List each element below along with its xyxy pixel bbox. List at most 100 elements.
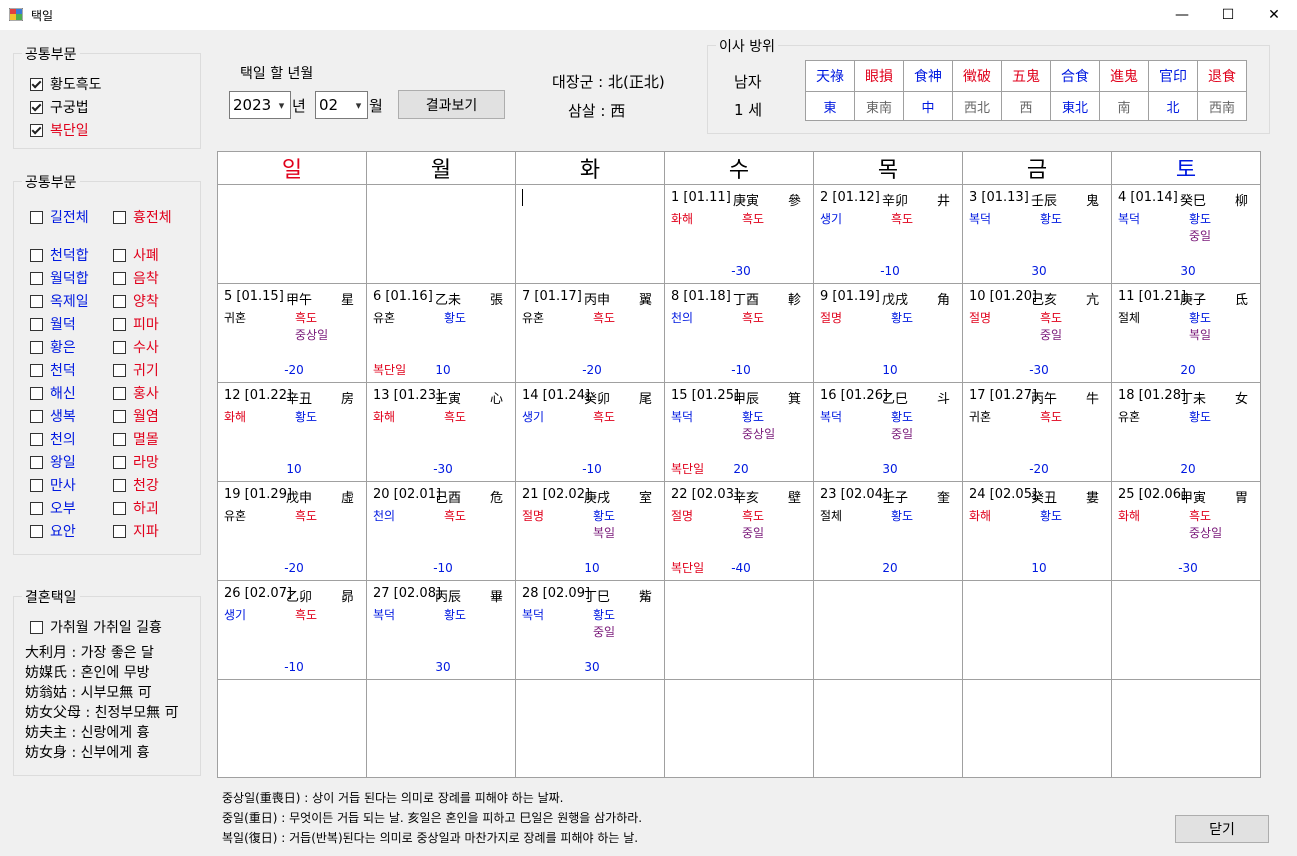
checkbox-box[interactable] (113, 432, 126, 446)
checkbox-box[interactable] (30, 478, 43, 492)
checkbox-box[interactable] (113, 317, 126, 331)
filter-right-8[interactable]: 홍사 (113, 383, 159, 403)
filter-right-14[interactable]: 지파 (113, 521, 159, 541)
calendar-cell[interactable]: 12 [01.22] 辛丑 房 화해 황도 10 (217, 382, 367, 482)
checkbox-box[interactable] (30, 77, 43, 91)
calendar-cell[interactable] (217, 679, 367, 778)
filter-left-1[interactable]: 길전체 (30, 207, 89, 227)
checkbox-box[interactable] (30, 317, 43, 331)
calendar-cell[interactable]: 6 [01.16] 乙未 張 유혼 황도 복단일 10 (366, 283, 516, 383)
checkbox-box[interactable] (113, 340, 126, 354)
calendar-cell[interactable] (515, 679, 665, 778)
month-select[interactable]: 02 ▾ (315, 91, 368, 119)
filter-right-1[interactable]: 흉전체 (113, 207, 172, 227)
calendar-cell[interactable] (962, 580, 1112, 680)
checkbox-box[interactable] (30, 294, 43, 308)
checkbox-box[interactable] (30, 386, 43, 400)
checkbox-box[interactable] (113, 386, 126, 400)
filter-left-9[interactable]: 생복 (30, 406, 76, 426)
calendar-cell[interactable]: 15 [01.25] 甲辰 箕 복덕 황도 중상일 복단일 20 (664, 382, 814, 482)
calendar-cell[interactable]: 20 [02.01] 己酉 危 천의 흑도 -10 (366, 481, 516, 581)
calendar-cell[interactable] (813, 679, 963, 778)
checkbox-box[interactable] (30, 340, 43, 354)
calendar-cell[interactable]: 25 [02.06] 甲寅 胃 화해 흑도 중상일 -30 (1111, 481, 1261, 581)
filter-right-6[interactable]: 수사 (113, 337, 159, 357)
checkbox-box[interactable] (113, 294, 126, 308)
filter-right-2[interactable]: 사폐 (113, 245, 159, 265)
filter-right-3[interactable]: 음착 (113, 268, 159, 288)
filter-left-3[interactable]: 월덕합 (30, 268, 89, 288)
maximize-button[interactable]: ☐ (1205, 0, 1251, 30)
filter-left-8[interactable]: 해신 (30, 383, 76, 403)
filter-left-2[interactable]: 천덕합 (30, 245, 89, 265)
calendar-cell[interactable]: 8 [01.18] 丁酉 軫 천의 흑도 -10 (664, 283, 814, 383)
filter-left-6[interactable]: 황은 (30, 337, 76, 357)
checkbox-3[interactable]: 복단일 (30, 120, 89, 140)
calendar-cell[interactable]: 9 [01.19] 戊戌 角 절명 황도 10 (813, 283, 963, 383)
checkbox-box[interactable] (30, 432, 43, 446)
calendar-cell[interactable]: 18 [01.28] 丁未 女 유혼 황도 20 (1111, 382, 1261, 482)
filter-left-5[interactable]: 월덕 (30, 314, 76, 334)
checkbox-box[interactable] (30, 363, 43, 377)
checkbox-box[interactable] (30, 210, 43, 224)
filter-left-12[interactable]: 만사 (30, 475, 76, 495)
checkbox-1[interactable]: 황도흑도 (30, 74, 102, 94)
filter-right-13[interactable]: 하괴 (113, 498, 159, 518)
calendar-cell[interactable]: 7 [01.17] 丙申 翼 유혼 흑도 -20 (515, 283, 665, 383)
calendar-cell[interactable] (366, 184, 516, 284)
filter-left-14[interactable]: 요안 (30, 521, 76, 541)
checkbox-box[interactable] (113, 478, 126, 492)
filter-right-12[interactable]: 천강 (113, 475, 159, 495)
calendar-cell[interactable]: 23 [02.04] 壬子 奎 절체 황도 20 (813, 481, 963, 581)
filter-left-11[interactable]: 왕일 (30, 452, 76, 472)
calendar-cell[interactable]: 27 [02.08] 丙辰 畢 복덕 황도 30 (366, 580, 516, 680)
calendar-cell[interactable]: 19 [01.29] 戊申 虛 유혼 흑도 -20 (217, 481, 367, 581)
checkbox-box[interactable] (113, 524, 126, 538)
calendar-cell[interactable]: 1 [01.11] 庚寅 參 화해 흑도 -30 (664, 184, 814, 284)
calendar-cell[interactable] (664, 580, 814, 680)
checkbox-2[interactable]: 구궁법 (30, 97, 89, 117)
show-result-button[interactable]: 결과보기 (398, 90, 505, 119)
checkbox-box[interactable] (113, 501, 126, 515)
checkbox-box[interactable] (113, 363, 126, 377)
minimize-button[interactable]: — (1159, 0, 1205, 30)
checkbox-box[interactable] (30, 100, 43, 114)
calendar-cell[interactable]: 22 [02.03] 辛亥 壁 절명 흑도 중일 복단일 -40 (664, 481, 814, 581)
filter-right-5[interactable]: 피마 (113, 314, 159, 334)
filter-left-4[interactable]: 옥제일 (30, 291, 89, 311)
calendar-cell[interactable]: 17 [01.27] 丙午 牛 귀혼 흑도 -20 (962, 382, 1112, 482)
marriage-checkbox[interactable]: 가취월 가취일 길흉 (30, 617, 162, 637)
calendar-cell[interactable]: 11 [01.21] 庚子 氐 절체 황도 복일 20 (1111, 283, 1261, 383)
filter-left-13[interactable]: 오부 (30, 498, 76, 518)
filter-right-10[interactable]: 멸몰 (113, 429, 159, 449)
calendar-cell[interactable]: 4 [01.14] 癸巳 柳 복덕 황도 중일 30 (1111, 184, 1261, 284)
filter-right-9[interactable]: 월염 (113, 406, 159, 426)
filter-left-10[interactable]: 천의 (30, 429, 76, 449)
calendar-cell[interactable]: 21 [02.02] 庚戌 室 절명 황도 복일 10 (515, 481, 665, 581)
checkbox-box[interactable] (30, 501, 43, 515)
checkbox-box[interactable] (113, 248, 126, 262)
calendar-cell[interactable]: 24 [02.05] 癸丑 婁 화해 황도 10 (962, 481, 1112, 581)
calendar-cell[interactable] (664, 679, 814, 778)
calendar-cell[interactable]: 2 [01.12] 辛卯 井 생기 흑도 -10 (813, 184, 963, 284)
checkbox-box[interactable] (113, 455, 126, 469)
calendar-cell[interactable] (1111, 580, 1261, 680)
calendar-cell[interactable] (962, 679, 1112, 778)
calendar-cell[interactable]: 13 [01.23] 壬寅 心 화해 흑도 -30 (366, 382, 516, 482)
checkbox-box[interactable] (30, 271, 43, 285)
checkbox-box[interactable] (113, 409, 126, 423)
calendar-cell[interactable]: 14 [01.24] 癸卯 尾 생기 흑도 -10 (515, 382, 665, 482)
checkbox-box[interactable] (113, 271, 126, 285)
filter-left-7[interactable]: 천덕 (30, 360, 76, 380)
calendar-cell[interactable]: 26 [02.07] 乙卯 昴 생기 흑도 -10 (217, 580, 367, 680)
calendar-cell[interactable]: 3 [01.13] 壬辰 鬼 복덕 황도 30 (962, 184, 1112, 284)
calendar-cell[interactable]: 28 [02.09] 丁巳 觜 복덕 황도 중일 30 (515, 580, 665, 680)
close-window-button[interactable]: ✕ (1251, 0, 1297, 30)
marriage-checkbox-box[interactable] (30, 620, 43, 634)
calendar-cell[interactable]: 16 [01.26] 乙巳 斗 복덕 황도 중일 30 (813, 382, 963, 482)
year-select[interactable]: 2023 ▾ (229, 91, 291, 119)
checkbox-box[interactable] (30, 409, 43, 423)
filter-right-4[interactable]: 양착 (113, 291, 159, 311)
checkbox-box[interactable] (30, 123, 43, 137)
calendar-cell[interactable] (813, 580, 963, 680)
